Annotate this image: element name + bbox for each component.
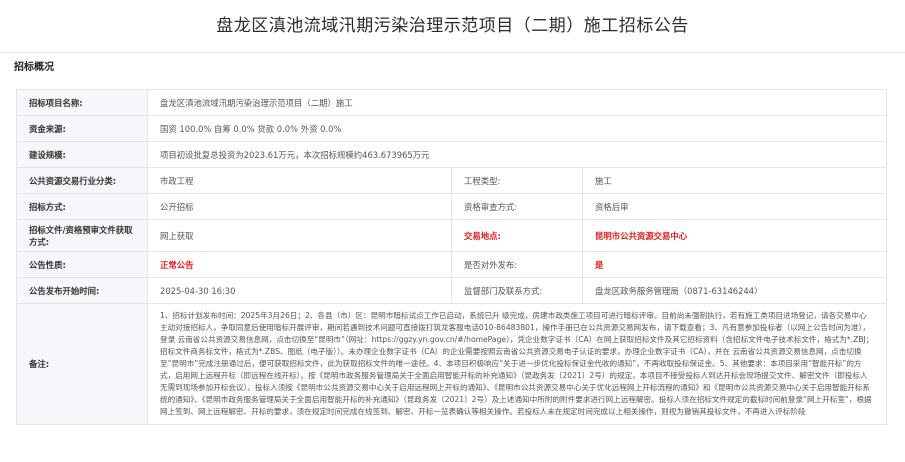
supervisor-value: 盘龙区政务服务管理局（0871-63146244）: [581, 277, 888, 304]
project-name-value: 盘龙区滇池流域汛期污染治理示范项目（二期）施工: [146, 89, 888, 116]
table-row: 招标方式: 公开招标 资格审查方式: 资格后审: [16, 193, 888, 220]
nature-value: 正常公告: [147, 251, 452, 278]
nature-label: 公告性质:: [16, 251, 148, 278]
project-type-label: 工程类型:: [451, 167, 583, 194]
industry-value: 市政工程: [147, 167, 452, 194]
project-name-label: 招标项目名称:: [16, 89, 148, 116]
method-value: 公开招标: [147, 193, 452, 220]
docs-value: 网上获取: [147, 219, 452, 252]
table-row: 招标项目名称: 盘龙区滇池流域汛期污染治理示范项目（二期）施工: [16, 89, 888, 116]
remark-value: 1、招标计划发布时间：2025年3月26日；2、各县（市）区：昆明市暗标试点工作…: [146, 303, 888, 425]
table-row: 公共资源交易行业分类: 市政工程 工程类型: 施工: [16, 167, 888, 194]
tender-info-table: 招标项目名称: 盘龙区滇池流域汛期污染治理示范项目（二期）施工 资金来源: 国资…: [16, 89, 888, 425]
project-type-value: 施工: [581, 167, 888, 194]
publish-time-label: 公告发布开始时间:: [16, 277, 148, 304]
method-label: 招标方式:: [16, 193, 148, 220]
scale-value: 项目初设批复总投资为2023.61万元，本次招标规模约463.673965万元: [146, 141, 888, 168]
funding-value: 国资 100.0% 自筹 0.0% 贷款 0.0% 外资 0.0%: [146, 115, 888, 142]
scale-label: 建设规模:: [16, 141, 148, 168]
qualification-value: 资格后审: [581, 193, 888, 220]
table-row: 招标文件/资格预审文件获取方式: 网上获取 交易地点: 昆明市公共资源交易中心: [16, 219, 888, 252]
external-release-label: 是否对外发布:: [451, 251, 583, 278]
table-row: 公告性质: 正常公告 是否对外发布: 是: [16, 251, 888, 278]
supervisor-label: 监督部门及联系方式:: [451, 277, 583, 304]
docs-label: 招标文件/资格预审文件获取方式:: [16, 219, 148, 252]
qualification-label: 资格审查方式:: [451, 193, 583, 220]
table-row: 备注: 1、招标计划发布时间：2025年3月26日；2、各县（市）区：昆明市暗标…: [16, 303, 888, 425]
section-title: 招标概况: [14, 62, 54, 73]
table-row: 资金来源: 国资 100.0% 自筹 0.0% 贷款 0.0% 外资 0.0%: [16, 115, 888, 142]
publish-time-value: 2025-04-30 16:30: [147, 277, 452, 304]
remark-label: 备注:: [16, 303, 148, 425]
funding-label: 资金来源:: [16, 115, 148, 142]
table-row: 建设规模: 项目初设批复总投资为2023.61万元，本次招标规模约463.673…: [16, 141, 888, 168]
industry-label: 公共资源交易行业分类:: [16, 167, 148, 194]
table-row: 公告发布开始时间: 2025-04-30 16:30 监督部门及联系方式: 盘龙…: [16, 277, 888, 304]
trading-place-value: 昆明市公共资源交易中心: [581, 219, 888, 252]
trading-place-label: 交易地点:: [451, 219, 583, 252]
page-title: 盘龙区滇池流域汛期污染治理示范项目（二期）施工招标公告: [0, 0, 905, 53]
external-release-value: 是: [581, 251, 888, 278]
